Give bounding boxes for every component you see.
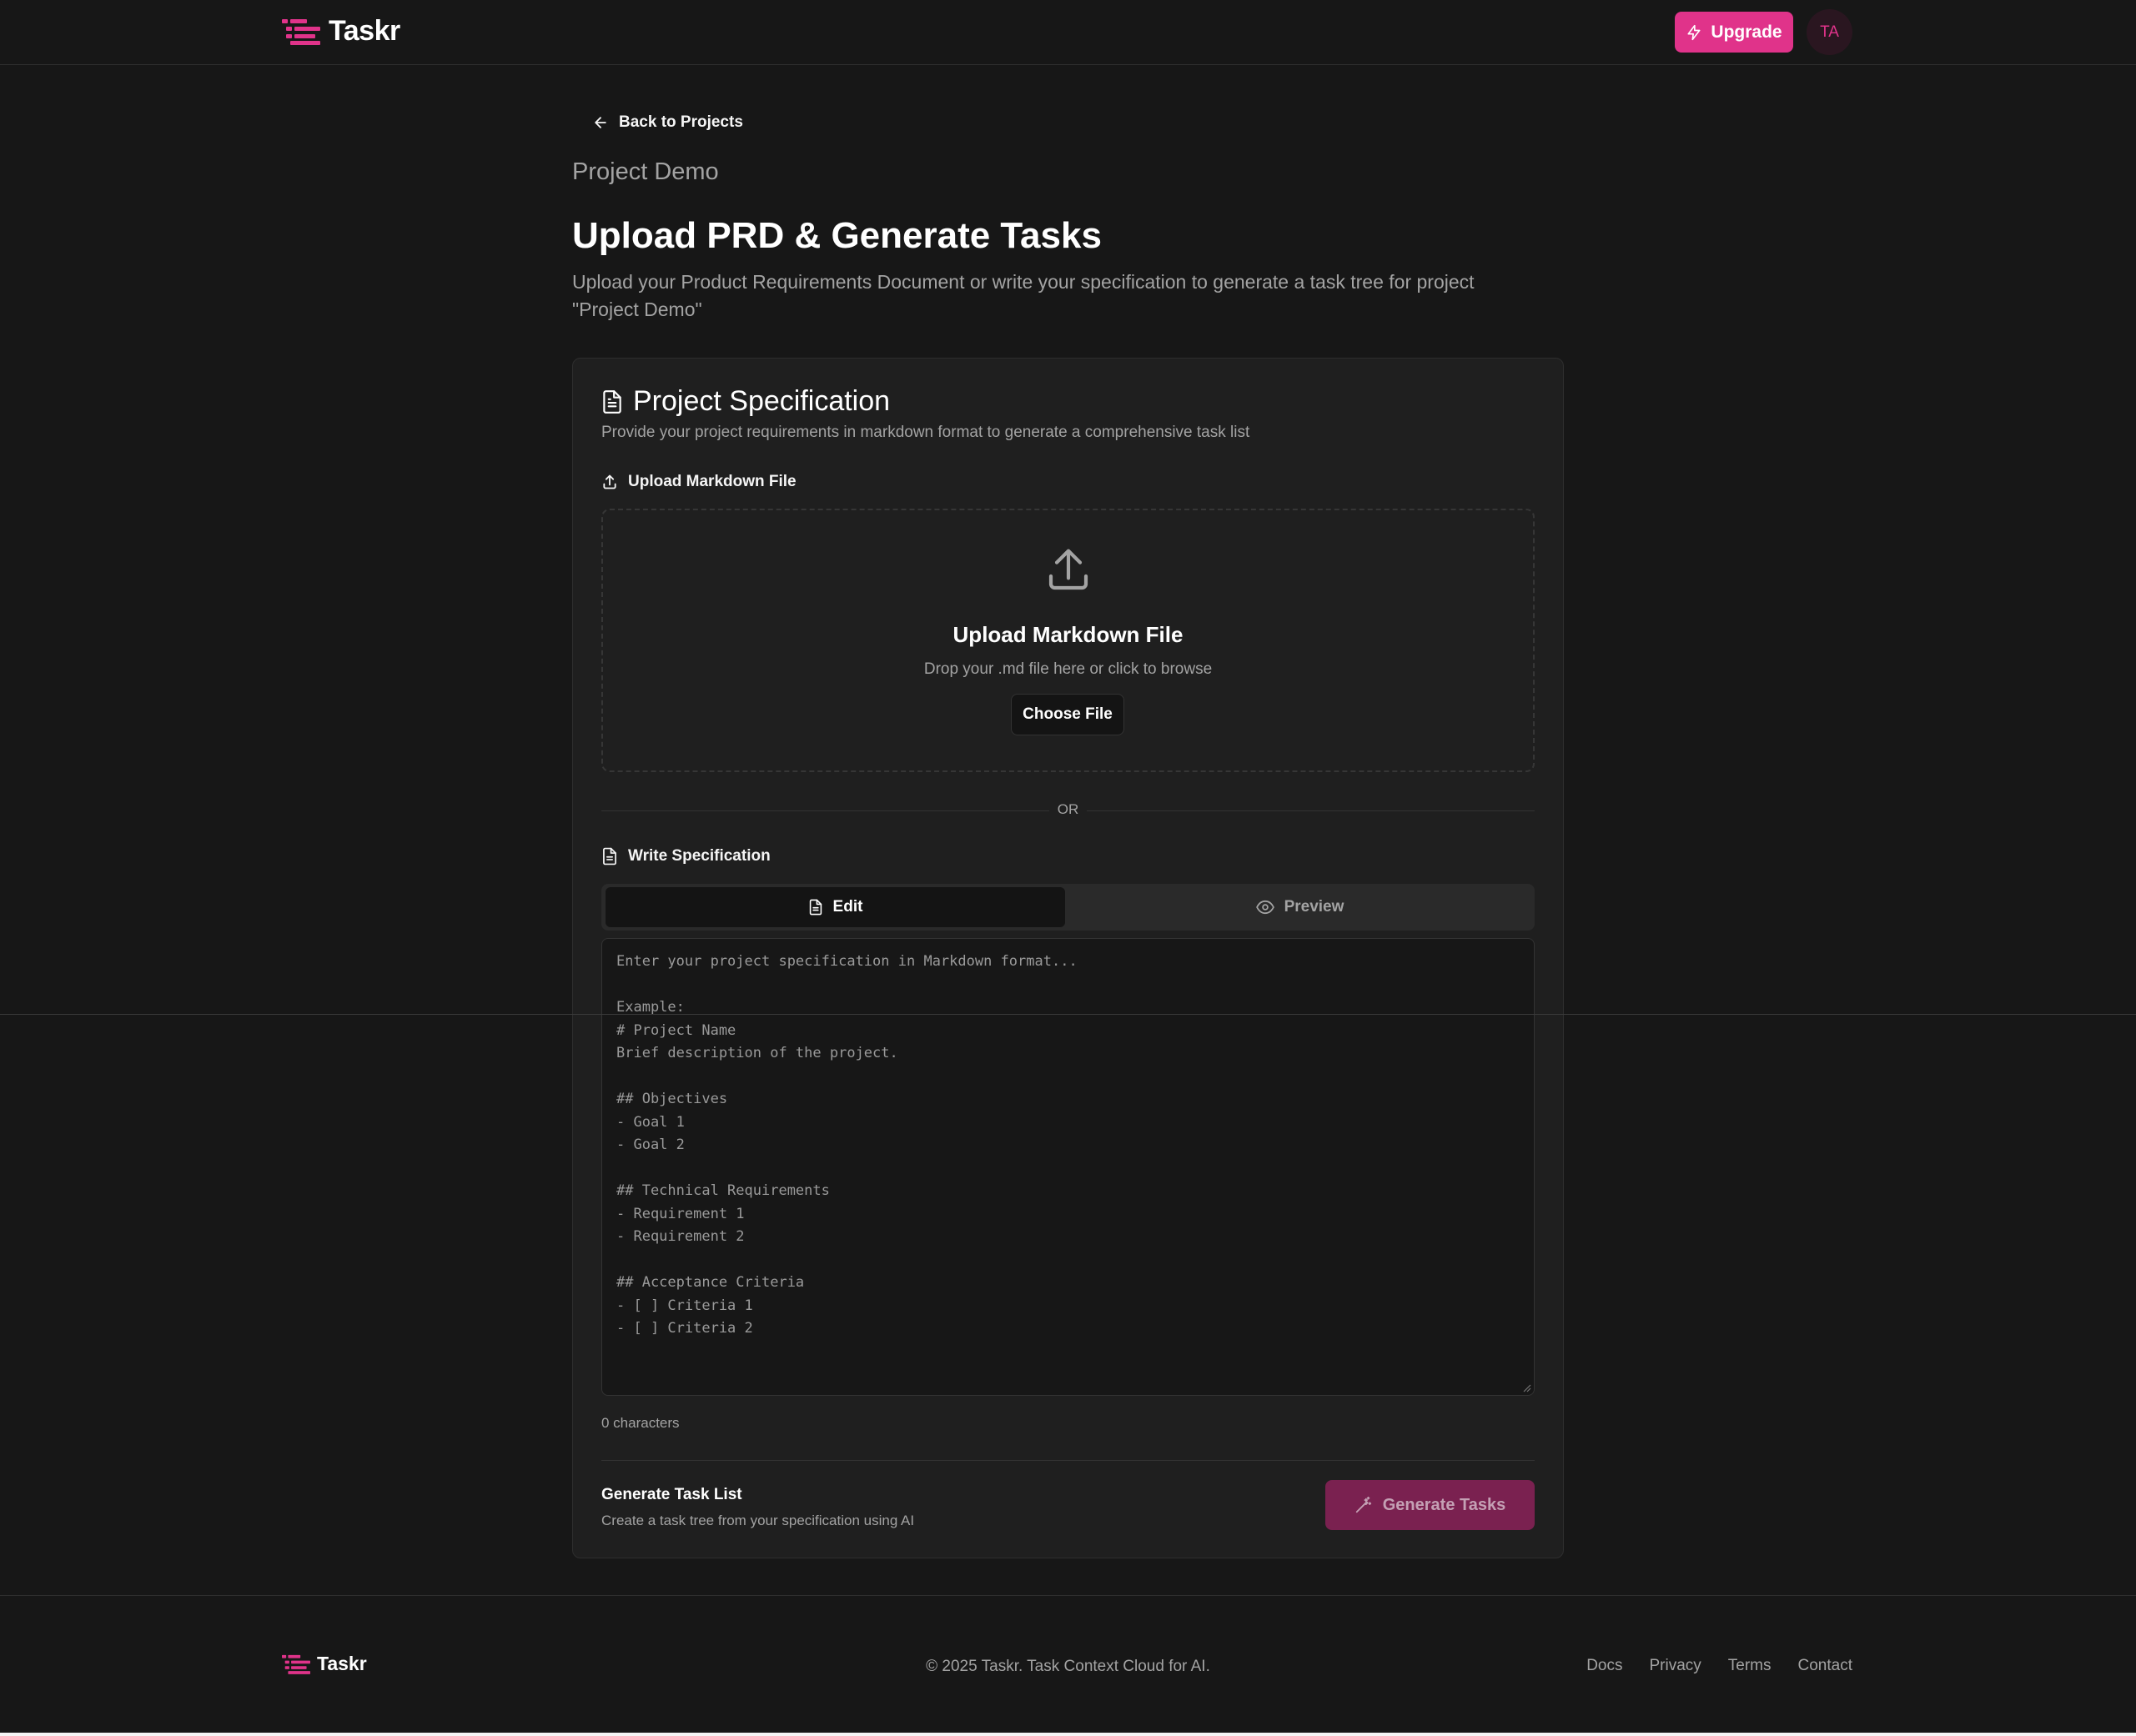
section-divider	[601, 1460, 1535, 1461]
back-to-projects-link[interactable]: Back to Projects	[592, 113, 743, 132]
footer-link-contact[interactable]: Contact	[1798, 1657, 1852, 1675]
upgrade-button[interactable]: Upgrade	[1675, 12, 1793, 53]
footer-link-terms[interactable]: Terms	[1728, 1657, 1772, 1675]
tab-preview[interactable]: Preview	[1068, 887, 1531, 927]
overlay-line	[0, 1014, 2136, 1015]
project-specification-card: Project Specification Provide your proje…	[572, 358, 1564, 1558]
lightning-icon	[1687, 24, 1701, 40]
specification-textarea[interactable]: Enter your project specification in Mark…	[601, 938, 1535, 1396]
write-section-label: Write Specification	[601, 847, 771, 865]
card-subtitle: Provide your project requirements in mar…	[601, 424, 1250, 441]
footer-link-privacy[interactable]: Privacy	[1649, 1657, 1701, 1675]
user-avatar[interactable]: TA	[1807, 9, 1852, 55]
choose-file-button[interactable]: Choose File	[1011, 694, 1124, 735]
footer-links: Docs Privacy Terms Contact	[1586, 1657, 1852, 1675]
page-description: Upload your Product Requirements Documen…	[572, 271, 1475, 320]
taskr-logo-icon	[282, 18, 320, 45]
or-divider: OR	[601, 800, 1535, 820]
dropzone-title: Upload Markdown File	[952, 622, 1184, 647]
upload-icon	[603, 474, 616, 489]
document-icon	[603, 847, 616, 865]
resize-handle-icon[interactable]	[1523, 1384, 1531, 1392]
back-label: Back to Projects	[619, 113, 743, 131]
character-count: 0 characters	[601, 1415, 680, 1431]
markdown-dropzone[interactable]: Upload Markdown File Drop your .md file …	[601, 509, 1535, 772]
footer-link-docs[interactable]: Docs	[1586, 1657, 1622, 1675]
magic-wand-icon	[1355, 1496, 1371, 1513]
eye-icon	[1255, 900, 1274, 915]
generate-subtitle: Create a task tree from your specificati…	[601, 1513, 915, 1528]
project-name: Project Demo	[572, 158, 719, 185]
editor-tabs: Edit Preview	[601, 884, 1535, 931]
bottom-edge	[0, 1733, 2136, 1736]
card-title: Project Specification	[601, 385, 890, 418]
dropzone-hint: Drop your .md file here or click to brow…	[923, 660, 1213, 678]
document-icon	[809, 899, 822, 916]
brand-name: Taskr	[329, 15, 400, 47]
generate-title: Generate Task List	[601, 1486, 742, 1503]
footer: Taskr © 2025 Taskr. Task Context Cloud f…	[0, 1595, 2136, 1736]
generate-tasks-button[interactable]: Generate Tasks	[1325, 1480, 1535, 1530]
upload-section-label: Upload Markdown File	[601, 473, 797, 491]
page-title: Upload PRD & Generate Tasks	[572, 215, 1102, 256]
top-bar: Taskr Upgrade TA	[0, 0, 2136, 65]
arrow-left-icon	[595, 117, 606, 128]
or-label: OR	[1048, 801, 1088, 817]
brand-logo[interactable]: Taskr	[282, 15, 400, 48]
upgrade-label: Upgrade	[1711, 22, 1782, 42]
document-icon	[603, 389, 621, 414]
tab-edit[interactable]: Edit	[606, 887, 1065, 927]
upload-icon	[1048, 549, 1088, 590]
